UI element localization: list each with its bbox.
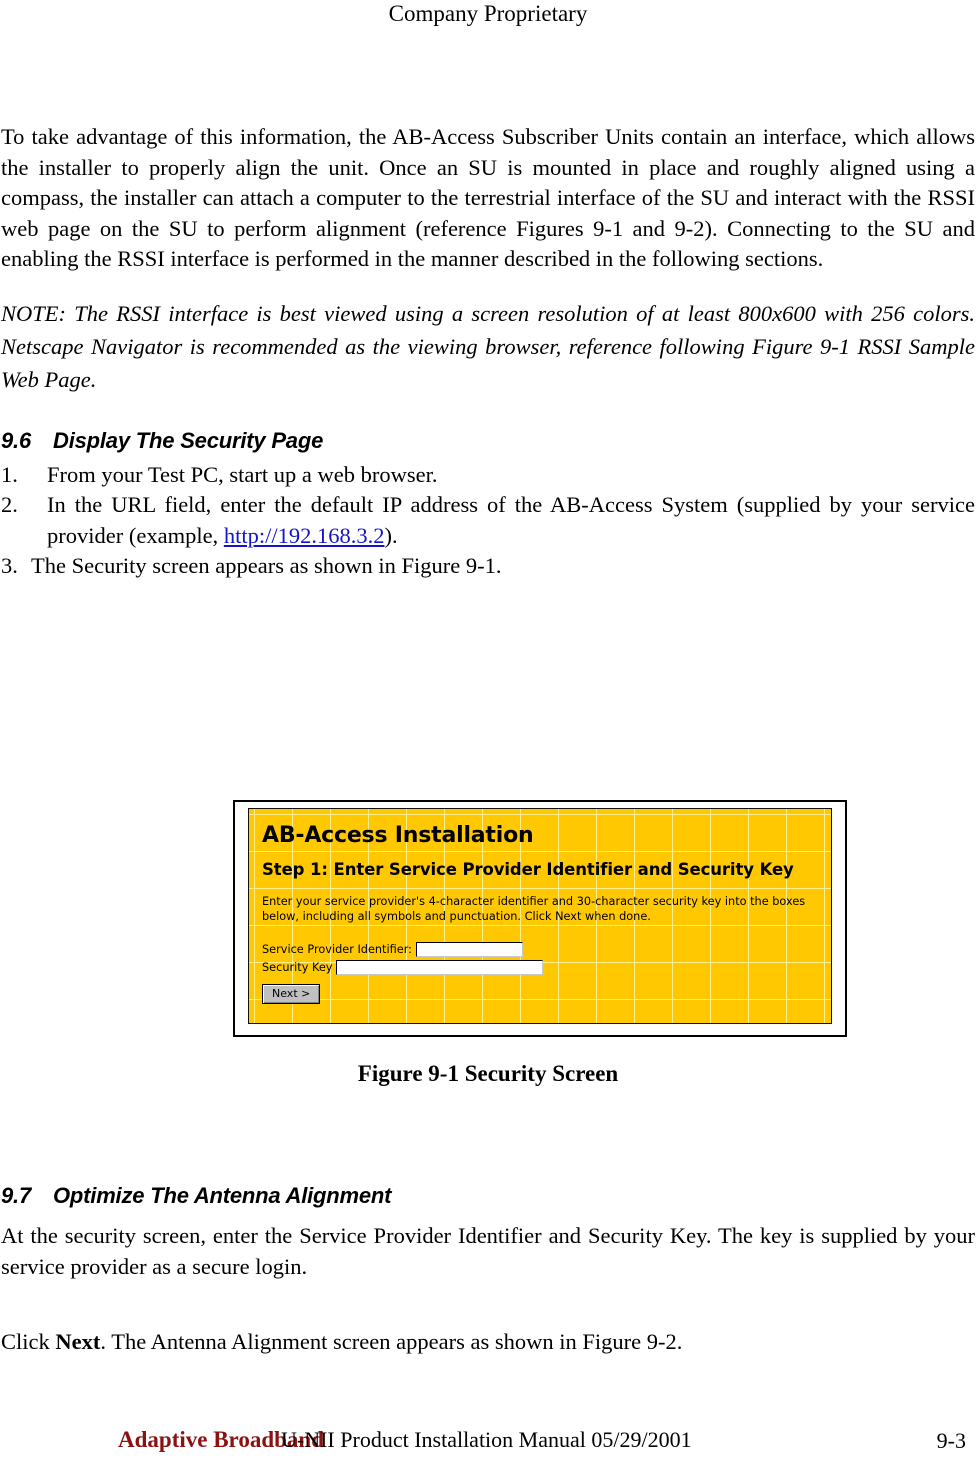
note-paragraph: NOTE: The RSSI interface is best viewed …: [1, 300, 975, 392]
document-body: To take advantage of this information, t…: [1, 122, 975, 582]
list-item: 3. The Security screen appears as shown i…: [1, 551, 975, 582]
list-marker: 2.: [1, 492, 18, 517]
section-heading-9-7: 9.7 Optimize The Antenna Alignment: [1, 1181, 975, 1211]
list-item: 1. From your Test PC, start up a web brow…: [1, 460, 975, 491]
steps-list-9-6: 1. From your Test PC, start up a web brow…: [1, 460, 975, 582]
click-next-bold-word: Next: [55, 1329, 101, 1354]
screen-step-heading: Step 1: Enter Service Provider Identifie…: [262, 860, 794, 879]
security-key-input[interactable]: [336, 960, 544, 975]
service-provider-identifier-input[interactable]: [415, 942, 523, 957]
list-item-text-after-link: ).: [384, 522, 398, 548]
screen-instructions: Enter your service provider's 4-characte…: [262, 895, 806, 923]
section-number: 9.6: [1, 427, 31, 453]
document-body-lower: 9.7 Optimize The Antenna Alignment At the…: [1, 1181, 975, 1282]
list-marker: 1.: [1, 461, 18, 487]
list-item-text: The Security screen appears as shown in …: [31, 553, 502, 578]
section-9-7-paragraph: At the security screen, enter the Servic…: [1, 1223, 975, 1279]
intro-paragraph: To take advantage of this information, t…: [1, 124, 975, 271]
figure-9-1: AB-Access Installation Step 1: Enter Ser…: [233, 800, 847, 1037]
section-title: Display The Security Page: [53, 427, 324, 453]
section-number: 9.7: [1, 1183, 31, 1208]
figure-caption: Figure 9-1 Security Screen: [357, 1061, 619, 1086]
service-provider-identifier-label: Service Provider Identifier:: [262, 943, 412, 956]
running-header-text: Company Proprietary: [388, 1, 588, 26]
click-next-prefix: Click: [1, 1329, 56, 1354]
next-button[interactable]: Next >: [262, 984, 321, 1004]
security-form: Service Provider Identifier: Security Ke…: [262, 942, 831, 1004]
footer-manual-title: U-NII Product Installation Manual 05/29/…: [281, 1427, 692, 1452]
running-header: Company Proprietary: [0, 0, 976, 28]
screen-title: AB-Access Installation: [262, 823, 534, 848]
service-provider-identifier-row: Service Provider Identifier:: [262, 942, 831, 957]
click-next-paragraph: Click Next. The Antenna Alignment screen…: [1, 1327, 975, 1357]
footer-page-number: 9-3: [936, 1428, 966, 1453]
page-footer: Adaptive Broadband U-NII Product Install…: [0, 1424, 976, 1458]
security-screen-screenshot: AB-Access Installation Step 1: Enter Ser…: [248, 808, 832, 1024]
list-marker: 3.: [1, 553, 18, 578]
security-key-label: Security Key: [262, 961, 333, 974]
list-item: 2. In the URL field, enter the default IP…: [1, 490, 975, 551]
security-key-row: Security Key: [262, 960, 831, 975]
click-next-suffix: . The Antenna Alignment screen appears a…: [100, 1329, 683, 1354]
list-item-text-before-link: In the URL field, enter the default IP a…: [47, 492, 975, 548]
ip-address-link[interactable]: http://192.168.3.2: [224, 523, 385, 548]
section-title: Optimize The Antenna Alignment: [53, 1183, 392, 1208]
section-heading-9-6: 9.6 Display The Security Page: [1, 426, 975, 456]
list-item-text: From your Test PC, start up a web browse…: [47, 461, 438, 487]
